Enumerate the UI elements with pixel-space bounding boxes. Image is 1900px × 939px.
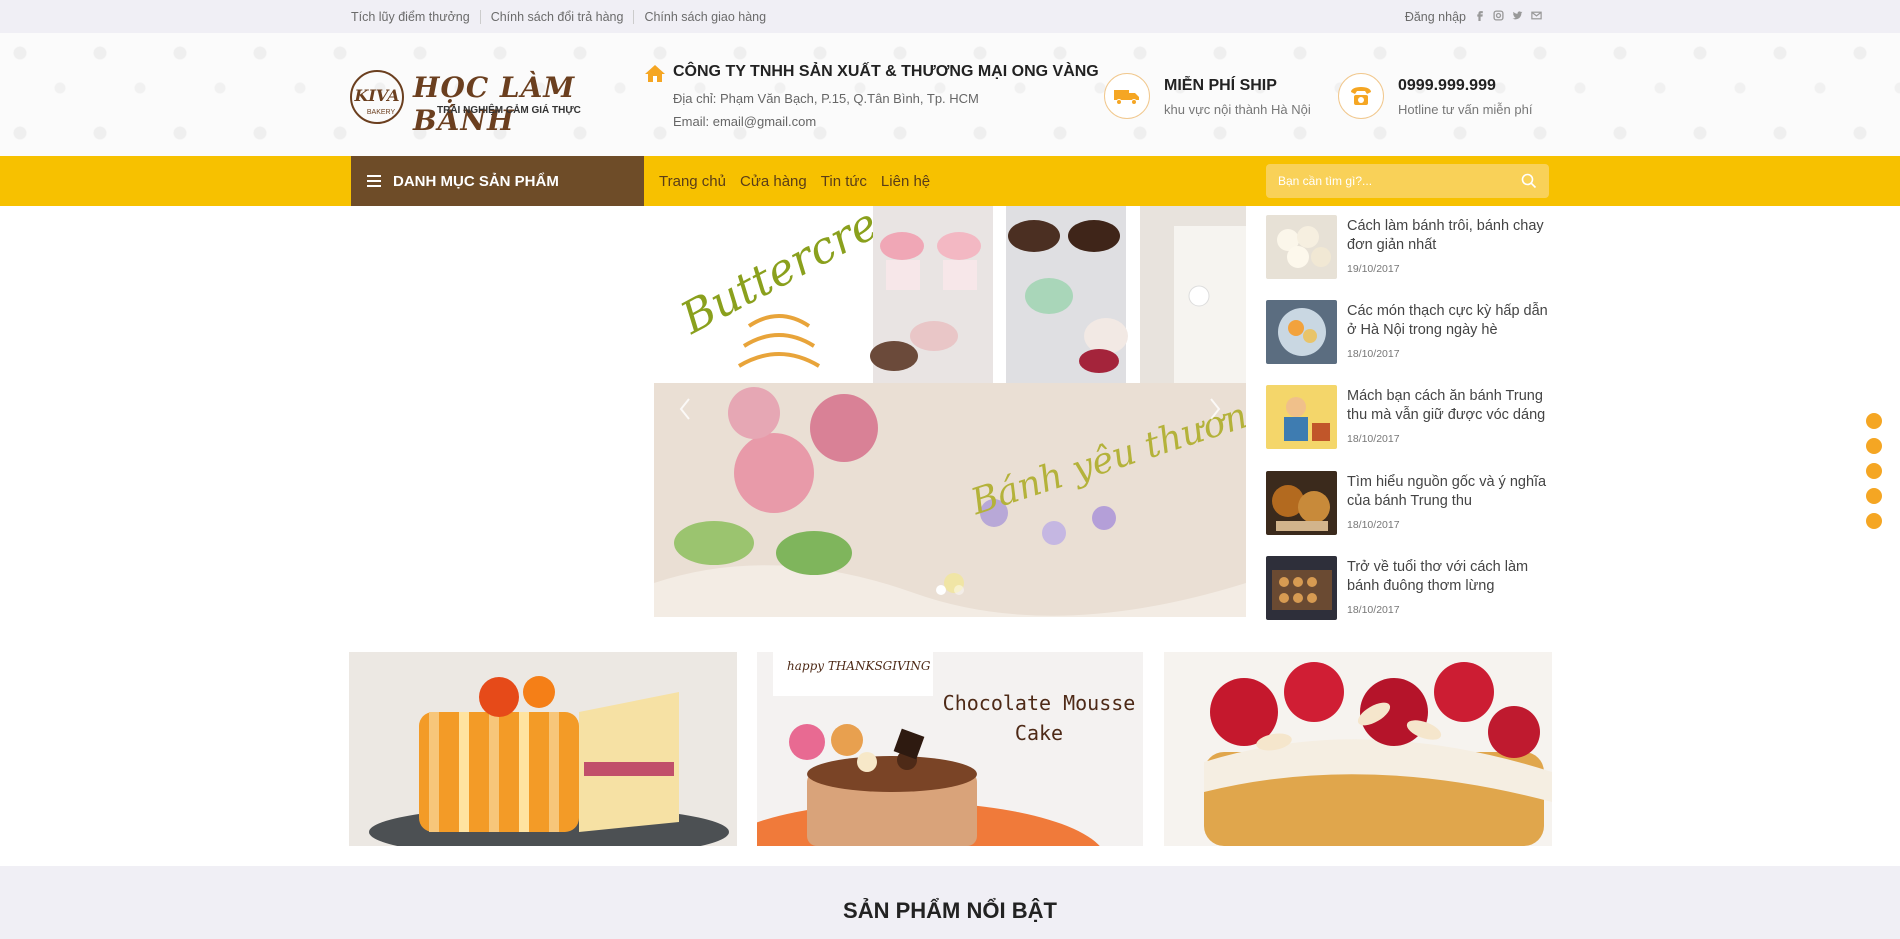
side-dot[interactable]: [1866, 488, 1882, 504]
news-title[interactable]: Trở về tuổi thơ với cách làm bánh đuông …: [1347, 558, 1557, 596]
side-dot[interactable]: [1866, 463, 1882, 479]
phone-icon: [1338, 73, 1384, 119]
news-item[interactable]: Mách bạn cách ăn bánh Trung thu mà vẫn g…: [1266, 385, 1556, 453]
hotline-subtitle: Hotline tư vấn miễn phí: [1398, 102, 1533, 117]
promo-banner-3[interactable]: [1164, 652, 1552, 846]
side-nav-dots: [1866, 413, 1882, 538]
featured-products-section: SẢN PHẨM NỔI BẬT: [0, 866, 1900, 939]
news-date: 18/10/2017: [1347, 348, 1400, 360]
nav-menu: Trang chủ Cửa hàng Tin tức Liên hệ: [659, 156, 930, 206]
login-link[interactable]: Đăng nhập: [1405, 10, 1466, 24]
side-dot[interactable]: [1866, 438, 1882, 454]
search-box: [1266, 164, 1549, 198]
news-thumb: [1266, 471, 1337, 535]
truck-icon: [1104, 73, 1150, 119]
nav-item-home[interactable]: Trang chủ: [659, 173, 726, 190]
news-thumb: [1266, 300, 1337, 364]
promo-banner-1[interactable]: [349, 652, 737, 846]
promo-image-chocolate-mousse: happy THANKSGIVING: [757, 652, 1143, 846]
top-link-shipping-policy[interactable]: Chính sách giao hàng: [633, 9, 776, 24]
hotline-number[interactable]: 0999.999.999: [1398, 77, 1496, 95]
slider-dots: [936, 585, 964, 595]
company-email: Email: email@gmail.com: [673, 114, 817, 129]
news-item[interactable]: Cách làm bánh trôi, bánh chay đơn giản n…: [1266, 215, 1556, 283]
nav-item-news[interactable]: Tin tức: [821, 173, 867, 190]
news-item[interactable]: Các món thạch cực kỳ hấp dẫn ở Hà Nội tr…: [1266, 300, 1556, 368]
site-header: KIVA BAKERY HỌC LÀM BÁNH TRẢI NGHIỆM CẢM…: [0, 33, 1900, 156]
news-title[interactable]: Tìm hiểu nguồn gốc và ý nghĩa của bánh T…: [1347, 473, 1557, 511]
news-title[interactable]: Các món thạch cực kỳ hấp dẫn ở Hà Nội tr…: [1347, 302, 1557, 340]
category-menu-button[interactable]: DANH MỤC SẢN PHẨM: [351, 156, 644, 206]
hero-slider[interactable]: Bánh yêu thương: [654, 383, 1246, 617]
news-title[interactable]: Mách bạn cách ăn bánh Trung thu mà vẫn g…: [1347, 387, 1557, 425]
nav-item-shop[interactable]: Cửa hàng: [740, 173, 807, 190]
news-thumb: [1266, 385, 1337, 449]
promo-banner-2[interactable]: happy THANKSGIVING Chocolate Mousse Cake: [757, 652, 1143, 846]
news-date: 18/10/2017: [1347, 519, 1400, 531]
news-item[interactable]: Trở về tuổi thơ với cách làm bánh đuông …: [1266, 556, 1556, 624]
search-icon[interactable]: [1521, 173, 1537, 189]
logo-emblem: KIVA BAKERY: [350, 70, 404, 124]
facebook-icon[interactable]: [1474, 10, 1485, 24]
logo-slogan: TRẢI NGHIỆM CẢM GIÁ THỰC: [437, 105, 581, 116]
side-dot[interactable]: [1866, 413, 1882, 429]
slider-dot-active[interactable]: [936, 585, 946, 595]
side-dot[interactable]: [1866, 513, 1882, 529]
home-icon: [645, 65, 665, 82]
news-thumb: [1266, 556, 1337, 620]
news-title[interactable]: Cách làm bánh trôi, bánh chay đơn giản n…: [1347, 217, 1557, 255]
slider-next-icon[interactable]: [1208, 397, 1222, 421]
slider-dot[interactable]: [954, 585, 964, 595]
promo-caption: Chocolate Mousse Cake: [942, 691, 1136, 745]
promo-image-raspberry-tart: [1164, 652, 1552, 846]
free-ship-subtitle: khu vực nội thành Hà Nội: [1164, 102, 1311, 117]
section-title: SẢN PHẨM NỔI BẬT: [843, 898, 1057, 923]
search-input[interactable]: [1276, 173, 1510, 189]
free-ship-title: MIỄN PHÍ SHIP: [1164, 77, 1277, 94]
svg-text:happy THANKSGIVING: happy THANKSGIVING: [787, 659, 931, 673]
top-right: Đăng nhập: [1405, 0, 1542, 33]
news-date: 19/10/2017: [1347, 263, 1400, 275]
top-bar: Tích lũy điểm thưởng Chính sách đổi trả …: [0, 0, 1900, 33]
hamburger-icon: [367, 172, 381, 190]
top-link-return-policy[interactable]: Chính sách đổi trả hàng: [479, 9, 634, 24]
company-name: CÔNG TY TNHH SẢN XUẤT & THƯƠNG MẠI ONG V…: [673, 63, 1099, 80]
site-logo[interactable]: KIVA BAKERY HỌC LÀM BÁNH TRẢI NGHIỆM CẢM…: [349, 67, 614, 137]
instagram-icon[interactable]: [1493, 9, 1504, 24]
category-menu-label: DANH MỤC SẢN PHẨM: [393, 172, 559, 190]
svg-text:BAKERY: BAKERY: [367, 109, 396, 116]
news-item[interactable]: Tìm hiểu nguồn gốc và ý nghĩa của bánh T…: [1266, 471, 1556, 539]
mail-icon[interactable]: [1531, 10, 1542, 24]
top-link-rewards[interactable]: Tích lũy điểm thưởng: [351, 10, 480, 24]
buttercream-image: Buttercream: [654, 206, 1246, 383]
logo-brand: HỌC LÀM BÁNH: [413, 71, 576, 137]
top-links: Tích lũy điểm thưởng Chính sách đổi trả …: [351, 0, 776, 33]
buttercream-banner[interactable]: Buttercream: [654, 206, 1246, 383]
news-date: 18/10/2017: [1347, 433, 1400, 445]
news-thumb: [1266, 215, 1337, 279]
slider-image: Bánh yêu thương: [654, 383, 1246, 617]
nav-item-contact[interactable]: Liên hệ: [881, 173, 930, 190]
slider-prev-icon[interactable]: [678, 397, 692, 421]
main-nav: DANH MỤC SẢN PHẨM Trang chủ Cửa hàng Tin…: [0, 156, 1900, 206]
promo-image-fruit-cake: [349, 652, 737, 846]
company-address: Địa chỉ: Phạm Văn Bạch, P.15, Q.Tân Bình…: [673, 91, 979, 106]
twitter-icon[interactable]: [1512, 10, 1523, 24]
svg-text:KIVA: KIVA: [354, 86, 400, 105]
news-date: 18/10/2017: [1347, 604, 1400, 616]
